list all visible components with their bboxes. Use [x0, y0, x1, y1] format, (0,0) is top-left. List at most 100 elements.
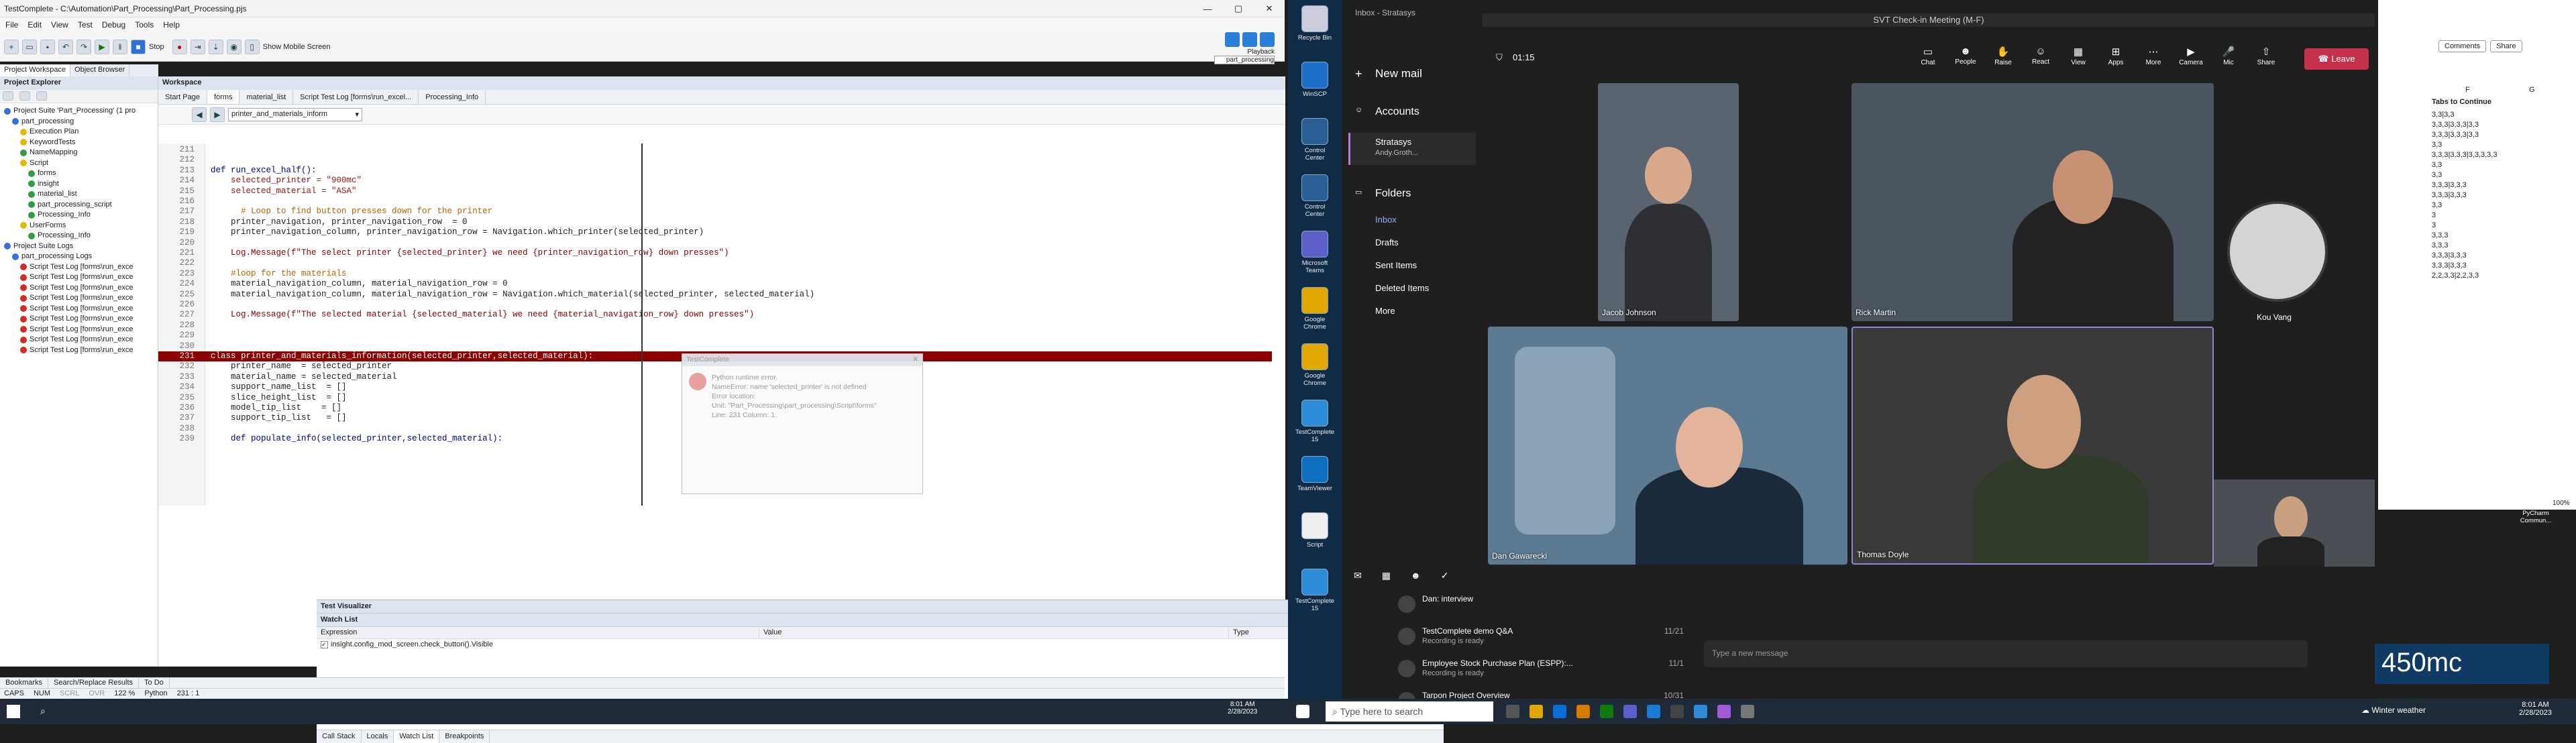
- taskbar-clock[interactable]: 8:01 AM 2/28/2023: [2519, 701, 2552, 717]
- sheet-row[interactable]: 3,3,3|3,3,3: [2432, 180, 2497, 190]
- code-line[interactable]: 218 printer_navigation, printer_navigati…: [158, 217, 1272, 227]
- code-line[interactable]: 228: [158, 321, 1272, 331]
- tree-item[interactable]: Script Test Log [forms\run_exce: [1, 345, 156, 356]
- tree-item[interactable]: Script Test Log [forms\run_exce: [1, 325, 156, 335]
- panel-bottom-tab[interactable]: Bookmarks: [0, 678, 49, 688]
- pycharm-icon-label[interactable]: PyCharm Commun...: [2516, 510, 2556, 524]
- checkbox[interactable]: ✓: [321, 640, 328, 648]
- new-mail-button[interactable]: New mail: [1375, 67, 1422, 80]
- stop-icon[interactable]: ■: [131, 39, 146, 54]
- menu-test[interactable]: Test: [78, 20, 93, 30]
- code-line[interactable]: 229: [158, 331, 1272, 341]
- sheet-row[interactable]: 3,3: [2432, 140, 2497, 150]
- vscode-icon[interactable]: [1647, 705, 1660, 718]
- pause-status-icon[interactable]: [1242, 32, 1257, 47]
- app-icon[interactable]: [1741, 705, 1754, 718]
- mail-icon[interactable]: ✉: [1354, 570, 1362, 581]
- pause-icon[interactable]: ‖: [113, 39, 127, 54]
- tree-item[interactable]: part_processing_script: [1, 200, 156, 211]
- menu-edit[interactable]: Edit: [28, 20, 42, 30]
- excel-icon[interactable]: [1600, 705, 1613, 718]
- code-line[interactable]: 225 material_navigation_column, material…: [158, 290, 1272, 300]
- code-line[interactable]: 214 selected_printer = "900mc": [158, 176, 1272, 186]
- step-into-icon[interactable]: ⇣: [208, 39, 223, 54]
- tree-item[interactable]: Script Test Log [forms\run_exce: [1, 283, 156, 294]
- pycharm-icon[interactable]: [1670, 705, 1684, 718]
- desktop-icon[interactable]: TestComplete 15: [1295, 569, 1335, 612]
- open-icon[interactable]: ▭: [22, 39, 37, 54]
- breakpoint-icon[interactable]: ◉: [226, 39, 241, 54]
- control-chat[interactable]: ▭ Chat: [1912, 46, 1944, 66]
- tree-item[interactable]: forms: [1, 168, 156, 179]
- control-apps[interactable]: ⊞ Apps: [2100, 46, 2132, 66]
- watch-list-row[interactable]: ✓ insight.config_mod_screen.check_button…: [317, 639, 1444, 650]
- sheet-row[interactable]: 3: [2432, 221, 2497, 231]
- tab-object-browser[interactable]: Object Browser: [70, 64, 130, 76]
- undo-icon[interactable]: ↶: [58, 39, 73, 54]
- video-tile-thomas[interactable]: Thomas Doyle: [1851, 327, 2214, 565]
- mail-item[interactable]: Employee Stock Purchase Plan (ESPP):... R…: [1395, 654, 1690, 685]
- mobile-icon[interactable]: ▯: [244, 39, 260, 54]
- control-camera[interactable]: ▶ Camera: [2175, 46, 2207, 66]
- video-tile-jacob[interactable]: Jacob Johnson: [1598, 83, 1739, 321]
- menu-tools[interactable]: Tools: [135, 20, 154, 30]
- sheet-row[interactable]: 3,3|3,3: [2432, 110, 2497, 120]
- code-line[interactable]: 227 Log.Message(f"The selected material …: [158, 310, 1272, 320]
- tree-item[interactable]: Script Test Log [forms\run_exce: [1, 335, 156, 345]
- sheet-row[interactable]: 3,3,3|3,3,3: [2432, 261, 2497, 271]
- folder-sent-items[interactable]: Sent Items: [1375, 260, 1417, 270]
- minimize-icon[interactable]: —: [1192, 0, 1223, 17]
- sheet-row[interactable]: 3,3,3: [2432, 231, 2497, 241]
- expand-icon[interactable]: [3, 91, 13, 101]
- desktop-icon[interactable]: TeamViewer: [1295, 456, 1335, 492]
- video-tile-kou[interactable]: Kou Vang: [2217, 201, 2331, 322]
- sheet-row[interactable]: 3,3: [2432, 160, 2497, 170]
- folder-more[interactable]: More: [1375, 306, 1395, 316]
- menu-debug[interactable]: Debug: [102, 20, 125, 30]
- tree-item[interactable]: Script Test Log [forms\run_exce: [1, 293, 156, 304]
- explorer-icon[interactable]: [1576, 705, 1590, 718]
- weather-widget[interactable]: ☁ Winter weather: [2361, 705, 2426, 715]
- comments-button[interactable]: Comments: [2438, 40, 2487, 52]
- control-react[interactable]: ☺ React: [2025, 46, 2057, 66]
- accounts-heading[interactable]: Accounts: [1375, 106, 1419, 118]
- windows-start-icon[interactable]: [7, 705, 20, 718]
- doc-tab[interactable]: forms: [207, 91, 240, 104]
- teams-icon[interactable]: [1623, 705, 1637, 718]
- search-icon[interactable]: ⌕: [40, 705, 46, 717]
- code-line[interactable]: 223 #loop for the materials: [158, 269, 1272, 279]
- tree-item[interactable]: Processing_Info: [1, 231, 156, 241]
- chrome-icon[interactable]: [1529, 705, 1543, 718]
- tree-item[interactable]: Processing_Info: [1, 210, 156, 221]
- code-line[interactable]: 211: [158, 145, 1272, 155]
- stop-label[interactable]: Stop: [149, 43, 164, 51]
- collapse-icon[interactable]: [19, 91, 30, 101]
- sheet-row[interactable]: 3,3,3|3,3,3|3,3: [2432, 120, 2497, 130]
- teams-message-input[interactable]: Type a new message: [1704, 640, 2308, 667]
- tree-item[interactable]: part_processing Logs: [1, 251, 156, 262]
- record-icon[interactable]: ●: [172, 39, 187, 54]
- run-icon[interactable]: ▶: [95, 39, 109, 54]
- folder-deleted-items[interactable]: Deleted Items: [1375, 283, 1429, 293]
- menu-help[interactable]: Help: [163, 20, 180, 30]
- desktop-icon[interactable]: Google Chrome: [1295, 287, 1335, 331]
- code-line[interactable]: 215 selected_material = "ASA": [158, 186, 1272, 196]
- tree-item[interactable]: Script Test Log [forms\run_exce: [1, 304, 156, 315]
- code-line[interactable]: 230: [158, 341, 1272, 351]
- compose-icon[interactable]: +: [1355, 67, 1362, 81]
- folders-heading[interactable]: Folders: [1375, 188, 1411, 200]
- desktop-icon[interactable]: WinSCP: [1295, 62, 1335, 98]
- mobile-screen-label[interactable]: Show Mobile Screen: [263, 43, 331, 51]
- taskbar-search[interactable]: ⌕ Type here to search: [1326, 701, 1493, 722]
- tree-item[interactable]: Script Test Log [forms\run_exce: [1, 314, 156, 325]
- doc-tab[interactable]: Start Page: [158, 91, 207, 104]
- sheet-row[interactable]: 3,3: [2432, 170, 2497, 180]
- sheet-row[interactable]: 3,3,3|3,3,3|3,3,3,3,3: [2432, 150, 2497, 160]
- debug-tab[interactable]: Watch List: [394, 730, 440, 743]
- video-tile-dan[interactable]: Dan Gawarecki: [1488, 327, 1847, 565]
- sheet-row[interactable]: 3,3,3|3,3,3|3,3: [2432, 130, 2497, 140]
- add-icon[interactable]: [36, 91, 47, 101]
- desktop-icon[interactable]: Control Center: [1295, 118, 1335, 162]
- back-icon[interactable]: ◀: [192, 107, 207, 122]
- video-tile-rick[interactable]: Rick Martin: [1851, 83, 2214, 321]
